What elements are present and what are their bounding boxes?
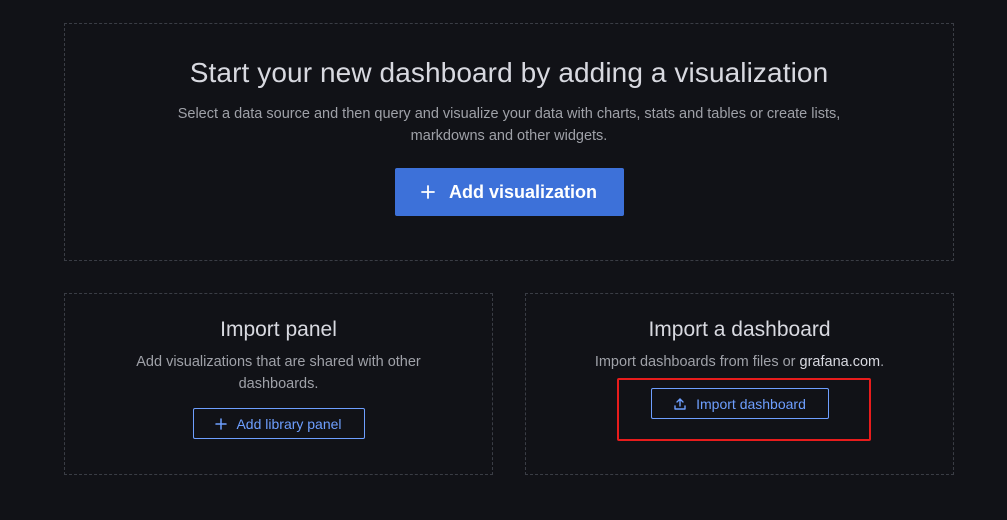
add-library-panel-label: Add library panel — [236, 415, 342, 432]
import-dashboard-button[interactable]: Import dashboard — [650, 388, 829, 419]
import-panel-description: Add visualizations that are shared with … — [136, 354, 421, 392]
import-dashboard-description-text: Import dashboards from files or — [594, 354, 800, 370]
main-title: Start your new dashboard by adding a vis… — [189, 57, 829, 88]
plus-icon — [421, 185, 435, 199]
grafana-com-link[interactable]: grafana.com — [800, 354, 881, 370]
add-visualization-label: Add visualization — [448, 181, 598, 202]
import-panel-title: Import panel — [220, 318, 337, 341]
import-dashboard-description-suffix: . — [880, 354, 885, 370]
import-dashboard-description: Import dashboards from files or grafana.… — [595, 351, 884, 373]
add-library-panel-button[interactable]: Add library panel — [192, 408, 365, 439]
import-dashboard-title: Import a dashboard — [648, 318, 831, 341]
upload-icon — [673, 397, 687, 411]
plus-icon — [215, 417, 228, 430]
import-dashboard-card: Import a dashboard Import dashboards fro… — [525, 293, 954, 475]
add-visualization-card: Start your new dashboard by adding a vis… — [64, 23, 954, 261]
add-visualization-button[interactable]: Add visualization — [394, 168, 624, 216]
import-panel-card: Import panel Add visualizations that are… — [64, 293, 493, 475]
main-description: Select a data source and then query and … — [177, 106, 841, 144]
import-dashboard-label: Import dashboard — [696, 395, 806, 412]
